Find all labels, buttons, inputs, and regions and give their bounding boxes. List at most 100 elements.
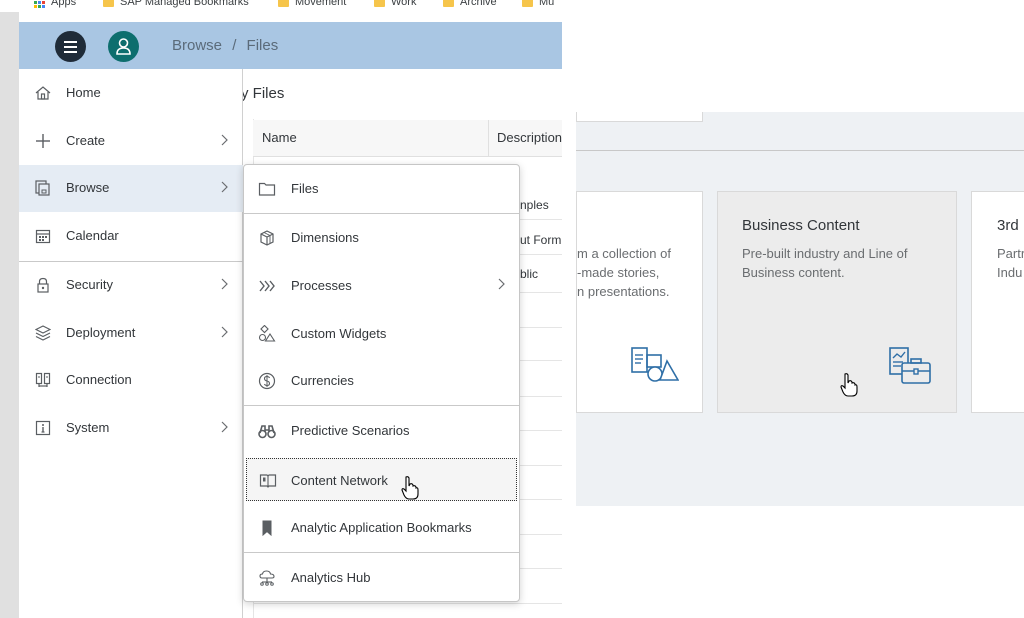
bookmark-label: Work (391, 0, 417, 8)
card-description-line: m a collection of (577, 246, 671, 261)
folder-icon (103, 0, 114, 7)
submenu-separator (244, 405, 519, 406)
card-description-line: Pre-built industry and Line of (742, 246, 908, 261)
nav-label: Calendar (66, 228, 119, 243)
nav-item-browse[interactable]: Browse (19, 165, 243, 212)
bookmark-apps[interactable]: Apps (34, 0, 76, 8)
nav-label: Security (66, 277, 113, 292)
currency-dollar-icon (258, 372, 276, 390)
column-divider (488, 120, 489, 157)
column-header-name[interactable]: Name (262, 130, 297, 145)
breadcrumb-browse[interactable]: Browse (172, 37, 222, 54)
page-title: y Files (241, 85, 285, 102)
cube-icon (260, 230, 274, 246)
submenu-item-content-network[interactable]: Content Network (246, 458, 517, 501)
bookmarks-bar: Apps SAP Managed Bookmarks Movement Work… (0, 0, 562, 12)
bookmark-sap-managed[interactable]: SAP Managed Bookmarks (103, 0, 249, 8)
submenu-item-currencies[interactable]: Currencies (244, 357, 519, 404)
nav-item-system[interactable]: System (19, 405, 243, 452)
card-description: Pre-built industry and Line of Business … (742, 244, 942, 282)
connection-icon (35, 372, 51, 387)
apps-grid-icon (34, 0, 45, 8)
nav-label: System (66, 420, 110, 435)
home-icon (35, 86, 51, 100)
stories-shapes-icon (631, 347, 679, 382)
business-content-card[interactable]: Business Content Pre-built industry and … (717, 191, 957, 413)
submenu-label: Currencies (291, 373, 354, 388)
section-divider (576, 150, 1024, 151)
nav-item-security[interactable]: Security (19, 262, 243, 309)
bookmark-movement[interactable]: Movement (278, 0, 346, 8)
card-description-line: n presentations. (577, 284, 670, 299)
bookmark-archive[interactable]: Archive (443, 0, 497, 8)
widgets-icon (258, 325, 276, 342)
bookmark-label: Archive (460, 0, 497, 8)
menu-line (64, 41, 77, 43)
nav-item-connection[interactable]: Connection (19, 357, 243, 404)
analytics-hub-icon (259, 570, 275, 586)
nav-label: Home (66, 85, 101, 100)
card-fragment (576, 112, 703, 122)
card-title: 3rd (997, 217, 1019, 234)
submenu-item-analytic-application-bookmarks[interactable]: Analytic Application Bookmarks (244, 504, 519, 551)
nav-item-home[interactable]: Home (19, 70, 243, 117)
calendar-icon (35, 229, 51, 244)
user-avatar-button[interactable] (108, 31, 139, 62)
bookmark-label: Mu (539, 0, 555, 8)
table-cell-fragment: ut Form (520, 233, 562, 247)
submenu-item-processes[interactable]: Processes (244, 262, 519, 309)
nav-label: Deployment (66, 325, 136, 340)
card-description-line: -made stories, (577, 265, 660, 280)
nav-item-create[interactable]: Create (19, 118, 243, 165)
nav-label: Browse (66, 180, 110, 195)
window-left-edge (0, 12, 19, 618)
menu-line (64, 46, 77, 48)
lock-icon (37, 277, 49, 293)
chevron-right-icon (221, 134, 228, 146)
third-party-card[interactable]: 3rd Partr Indu (971, 191, 1024, 413)
breadcrumb-files: Files (246, 37, 279, 54)
nav-item-calendar[interactable]: Calendar (19, 213, 243, 260)
deployment-package-icon (35, 325, 51, 341)
briefcase-report-icon (889, 347, 931, 384)
card-description-line: Business content. (742, 265, 845, 280)
folder-icon (374, 0, 385, 7)
plus-icon (36, 134, 50, 148)
submenu-label: Dimensions (291, 230, 359, 245)
submenu-label: Predictive Scenarios (291, 423, 410, 438)
bookmark-mu[interactable]: Mu (522, 0, 554, 8)
folder-icon (278, 0, 289, 7)
nav-item-deployment[interactable]: Deployment (19, 310, 243, 357)
bookmark-label: Apps (51, 0, 77, 8)
info-icon (35, 420, 51, 436)
card-description: Partr Indu (997, 244, 1024, 282)
hand-pointer-cursor-icon (840, 373, 858, 397)
submenu-label: Files (291, 181, 319, 196)
bookmark-label: SAP Managed Bookmarks (120, 0, 249, 8)
submenu-item-dimensions[interactable]: Dimensions (244, 214, 519, 261)
submenu-item-custom-widgets[interactable]: Custom Widgets (244, 310, 519, 357)
bookmark-work[interactable]: Work (374, 0, 416, 8)
samples-card[interactable]: m a collection of -made stories, n prese… (576, 191, 703, 413)
submenu-label: Processes (291, 278, 352, 293)
chevron-right-icon (221, 421, 228, 433)
nav-label: Connection (66, 372, 132, 387)
menu-line (64, 51, 77, 53)
folder-icon (522, 0, 533, 7)
folder-icon (443, 0, 454, 7)
hand-pointer-cursor-icon (401, 476, 419, 500)
column-header-description[interactable]: Description (497, 130, 562, 145)
hamburger-menu-button[interactable] (55, 31, 86, 62)
nav-label: Create (66, 133, 106, 148)
binoculars-icon (258, 425, 276, 439)
table-row-divider (253, 603, 562, 604)
person-icon (116, 38, 131, 55)
submenu-label: Content Network (291, 473, 388, 488)
chevron-right-icon (221, 326, 228, 338)
submenu-item-files[interactable]: Files (244, 165, 519, 212)
submenu-item-predictive-scenarios[interactable]: Predictive Scenarios (244, 407, 519, 454)
bookmark-label: Movement (295, 0, 347, 8)
submenu-separator (244, 552, 519, 553)
submenu-item-analytics-hub[interactable]: Analytics Hub (244, 554, 519, 601)
open-book-icon (259, 474, 277, 488)
